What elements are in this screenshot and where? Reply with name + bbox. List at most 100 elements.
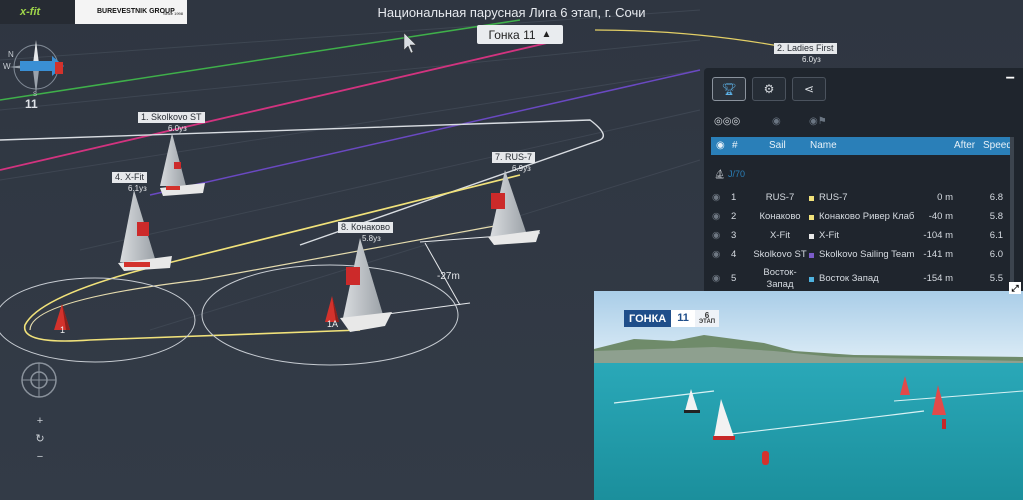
row-sail: Восток-Запад <box>763 267 797 290</box>
reset-view-button[interactable]: ↻ <box>30 430 50 448</box>
row-color-swatch <box>809 196 814 201</box>
video-stage-text: ЭТАП <box>698 318 716 325</box>
zoom-in-button[interactable]: + <box>30 412 50 430</box>
table-row[interactable]: ◉ 5 Восток-Запад Восток Запад -154 m 5.5 <box>711 267 1010 290</box>
eye-toggle-icon[interactable]: ◉ <box>772 116 781 127</box>
panel-view-toggles: ◎◎◎ ◉ ◉⚑ <box>712 116 1012 130</box>
row-speed: 6.1 <box>989 230 1003 241</box>
video-race-text: ГОНКА <box>629 312 667 325</box>
video-race-number: 11 <box>671 310 695 327</box>
boat-speed-konakovo: 5.8уз <box>362 234 381 243</box>
compass-north-label: N <box>8 50 14 59</box>
panel-tabs: 🏆︎ ⚙ ⋖ <box>712 77 826 101</box>
buoy-1-label: 1 <box>60 325 66 335</box>
row-after: -141 m <box>923 249 953 260</box>
row-color-swatch <box>809 234 814 239</box>
live-video[interactable]: ГОНКА 11 6 ЭТАП <box>594 291 1023 500</box>
wind-speed-value: 11 <box>25 97 38 111</box>
boat-label-skolkovo[interactable]: 1. Skolkovo ST <box>138 112 205 123</box>
table-row[interactable]: ◉ 2 Конаково Конаково Ривер Клаб -40 m 5… <box>711 208 1010 227</box>
row-color-swatch <box>809 215 814 220</box>
col-sail: Sail <box>769 140 786 151</box>
distance-label: -27m <box>437 271 460 282</box>
eye-trophy-toggle-icon[interactable]: ◉⚑ <box>809 116 827 127</box>
boats-toggle-icon[interactable]: ◎◎◎ <box>714 116 740 127</box>
boat-speed-skolkovo: 6.0уз <box>168 124 187 133</box>
boat-label-rus7[interactable]: 7. RUS-7 <box>492 152 536 163</box>
row-name: Восток Запад <box>819 273 879 284</box>
col-speed: Speed <box>983 140 1012 151</box>
boat-speed-ladies-first: 6.0уз <box>802 55 821 64</box>
row-sail: Конаково <box>759 211 801 222</box>
video-race-badge: ГОНКА 11 6 ЭТАП <box>624 310 720 327</box>
row-after: -40 m <box>928 211 953 222</box>
video-stage-badge: 6 ЭТАП <box>694 310 720 327</box>
boat-label-konakovo[interactable]: 8. Конаково <box>338 222 393 233</box>
row-sail: RUS-7 <box>765 192 795 203</box>
race-selector-button[interactable]: Гонка 11 ▲ <box>477 25 563 44</box>
chevron-up-icon: ▲ <box>541 29 552 40</box>
minimize-button[interactable]: − <box>1006 70 1015 88</box>
gears-icon: ⚙ <box>763 82 775 96</box>
row-num: 3 <box>731 230 737 241</box>
row-num: 1 <box>731 192 737 203</box>
burevestnik-since: Since 1998 <box>162 11 183 16</box>
row-eye-icon[interactable]: ◉ <box>712 230 720 241</box>
row-speed: 5.5 <box>989 273 1003 284</box>
table-row[interactable]: ◉ 1 RUS-7 RUS-7 0 m 6.8 <box>711 189 1010 208</box>
col-name: Name <box>810 140 837 151</box>
zoom-controls: + ↻ − <box>30 412 50 466</box>
share-icon: ⋖ <box>803 82 815 96</box>
row-name: X-Fit <box>819 230 840 241</box>
tab-leaderboard[interactable]: 🏆︎ <box>712 77 746 101</box>
group-row[interactable]: ⛵︎ J/70 <box>714 169 745 180</box>
row-eye-icon[interactable]: ◉ <box>712 249 720 260</box>
leaderboard-panel: 🏆︎ ⚙ ⋖ − ◎◎◎ ◉ ◉⚑ ◉ # Sail Name After Sp… <box>704 68 1023 292</box>
group-label: J/70 <box>727 169 745 179</box>
col-num: # <box>732 140 738 151</box>
sponsor-logos: x-fit BUREVESTNIK GROUP Since 1998 <box>0 0 187 24</box>
col-after: After <box>954 140 976 151</box>
row-after: 0 m <box>937 192 953 203</box>
boat-label-xfit[interactable]: 4. X-Fit <box>112 172 148 183</box>
expand-video-icon[interactable]: ⤢ <box>1009 282 1021 294</box>
video-stage-number: 6 <box>704 310 710 320</box>
trophy-icon: 🏆︎ <box>721 82 737 96</box>
table-header: ◉ # Sail Name After Speed <box>711 137 1012 155</box>
buoy-1a-label: 1A <box>327 319 339 329</box>
row-num: 2 <box>731 211 737 222</box>
row-name: RUS-7 <box>819 192 848 203</box>
row-sail: X-Fit <box>769 230 791 241</box>
row-speed: 6.8 <box>989 192 1003 203</box>
row-eye-icon[interactable]: ◉ <box>712 273 720 284</box>
row-name: Skolkovo Sailing Team <box>819 249 915 260</box>
row-name: Конаково Ривер Клаб <box>819 211 915 222</box>
row-color-swatch <box>809 277 814 282</box>
row-after: -104 m <box>923 230 953 241</box>
table-row[interactable]: ◉ 4 Skolkovo ST Skolkovo Sailing Team -1… <box>711 246 1010 265</box>
map-pan-control[interactable] <box>21 362 57 398</box>
tab-settings[interactable]: ⚙ <box>752 77 786 101</box>
boat-label-ladies-first[interactable]: 2. Ladies First <box>774 43 837 54</box>
row-eye-icon[interactable]: ◉ <box>712 192 720 203</box>
row-num: 4 <box>731 249 737 260</box>
xfit-logo: x-fit <box>0 0 75 24</box>
panel-scrollbar[interactable] <box>1010 137 1014 292</box>
header-eye-icon[interactable]: ◉ <box>716 140 725 151</box>
tab-share[interactable]: ⋖ <box>792 77 826 101</box>
compass-west-label: W <box>3 62 11 71</box>
row-num: 5 <box>731 273 737 284</box>
boat-speed-rus7: 6.9уз <box>512 164 531 173</box>
row-eye-icon[interactable]: ◉ <box>712 211 720 222</box>
table-row[interactable]: ◉ 3 X-Fit X-Fit -104 m 6.1 <box>711 227 1010 246</box>
video-buoy <box>762 451 769 465</box>
race-selector-label: Гонка 11 <box>488 27 536 42</box>
burevestnik-logo: BUREVESTNIK GROUP Since 1998 <box>75 0 187 24</box>
row-sail: Skolkovo ST <box>753 249 807 260</box>
row-speed: 6.0 <box>989 249 1003 260</box>
zoom-out-button[interactable]: − <box>30 448 50 466</box>
boat-class-icon: ⛵︎ <box>714 169 726 179</box>
row-after: -154 m <box>923 273 953 284</box>
row-color-swatch <box>809 253 814 258</box>
row-speed: 5.8 <box>989 211 1003 222</box>
